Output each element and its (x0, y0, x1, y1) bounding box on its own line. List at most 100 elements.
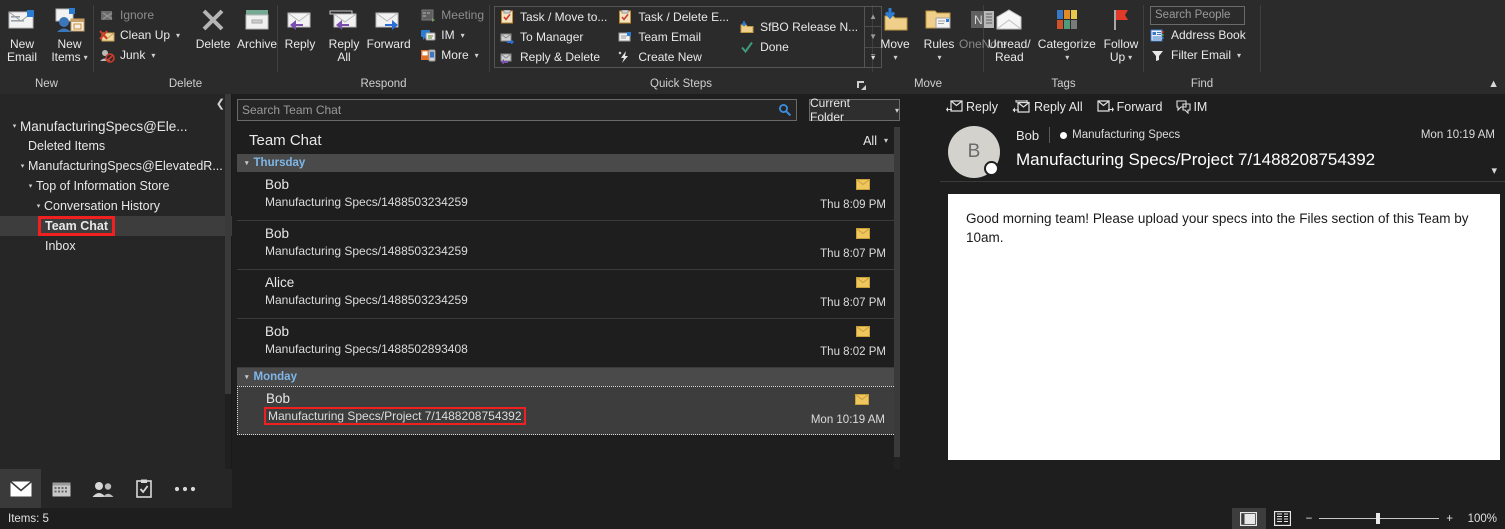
folder-item-manufacturingspecs-ele[interactable]: ▾ ManufacturingSpecs@Ele... (0, 116, 232, 136)
filter-email-button[interactable]: Filter Email ▾ (1150, 45, 1251, 65)
chevron-down-icon: ▾ (1128, 53, 1133, 62)
archive-button[interactable]: Archive (235, 3, 279, 51)
move-button[interactable]: Move ▾ (873, 3, 917, 64)
junk-button[interactable]: Junk ▾ (94, 45, 185, 65)
avatar[interactable]: B (948, 126, 1000, 178)
expander-triangle-icon[interactable]: ▾ (25, 182, 36, 190)
reading-view-button[interactable] (1266, 508, 1300, 529)
quick-step-reply-delete[interactable]: Reply & Delete (495, 47, 613, 67)
search-scope-dropdown[interactable]: Current Folder ▾ (809, 96, 900, 124)
reply-button[interactable]: Reply (278, 3, 322, 51)
expand-header-chevron-down-icon[interactable]: ▾ (1491, 164, 1497, 177)
quick-step-task-delete[interactable]: Task / Delete E... (613, 7, 735, 27)
zoom-slider-thumb[interactable] (1376, 513, 1381, 524)
reading-forward-button[interactable]: Forward (1097, 100, 1162, 114)
delete-icon (199, 5, 227, 35)
ignore-button[interactable]: Ignore (94, 5, 185, 25)
date-group-header-thursday[interactable]: ▾ Thursday (237, 154, 900, 172)
zoom-in-button[interactable]: + (1446, 513, 1453, 525)
table-row[interactable]: Bob Manufacturing Specs/1488503234259 Th… (237, 221, 900, 270)
delete-label: Delete (195, 37, 231, 51)
clean-up-button[interactable]: Clean Up ▾ (94, 25, 185, 45)
quick-step-create-new[interactable]: Create New (613, 47, 735, 67)
ribbon-group-label-find: Find (1190, 78, 1214, 90)
date-group-label: Monday (253, 371, 297, 383)
folder-item-conversation-history[interactable]: ▾ Conversation History (0, 196, 232, 216)
reading-reply-button[interactable]: Reply (946, 100, 998, 114)
zoom-percentage[interactable]: 100% (1463, 513, 1505, 525)
new-items-button[interactable]: New Items ▾ (46, 3, 93, 64)
expander-triangle-icon[interactable]: ▾ (9, 122, 20, 130)
nav-people-button[interactable] (82, 469, 123, 508)
team-dot-icon (1060, 131, 1068, 139)
quick-step-sfbo-release[interactable]: SfBO Release N... (735, 17, 864, 37)
zoom-slider[interactable] (1319, 513, 1440, 524)
expander-triangle-icon[interactable]: ▾ (17, 162, 28, 170)
quick-step-done[interactable]: Done (735, 37, 864, 57)
table-row[interactable]: Alice Manufacturing Specs/1488503234259 … (237, 270, 900, 319)
mail-icon (9, 480, 32, 497)
reading-pane-team: Manufacturing Specs (1060, 129, 1180, 141)
zoom-out-button[interactable]: − (1306, 513, 1313, 525)
quick-steps-gallery[interactable]: Task / Move to... To Manager Reply & Del… (494, 6, 883, 68)
new-email-button[interactable]: New Email (0, 3, 44, 64)
date-group-label: Thursday (253, 157, 306, 169)
message-time: Mon 10:19 AM (810, 414, 885, 426)
search-icon[interactable] (778, 103, 792, 117)
ribbon-divider (1260, 5, 1261, 72)
follow-up-button[interactable]: Follow Up ▾ (1099, 3, 1143, 64)
normal-view-button[interactable] (1231, 508, 1266, 529)
folder-item-team-chat[interactable]: Team Chat (0, 216, 232, 236)
im-button[interactable]: IM ▾ (415, 25, 489, 45)
message-time: Thu 8:07 PM (820, 297, 886, 309)
zoom-control[interactable]: − + (1300, 513, 1463, 525)
folder-item-manufacturingspecs-elevatedr[interactable]: ▾ ManufacturingSpecs@ElevatedR... (0, 156, 232, 176)
reply-all-button[interactable]: Reply All (322, 3, 366, 64)
unread-read-button[interactable]: Unread/ Read (984, 3, 1035, 64)
quick-step-label: Task / Move to... (520, 10, 608, 24)
quick-steps-dialog-launcher-icon[interactable] (856, 80, 868, 92)
reading-im-button[interactable]: IM (1176, 100, 1207, 114)
more-button[interactable]: More ▾ (415, 45, 489, 65)
status-items-count: Items: 5 (8, 512, 49, 525)
message-list-header: Team Chat All ▾ (237, 127, 900, 154)
table-row[interactable]: Bob Manufacturing Specs/Project 7/148820… (237, 386, 900, 435)
collapse-folder-pane-icon[interactable]: ❮ (216, 97, 225, 110)
date-group-header-monday[interactable]: ▾ Monday (237, 368, 900, 386)
message-list-scrollbar[interactable] (894, 127, 900, 469)
collapse-ribbon-icon[interactable]: ▲ (1488, 78, 1499, 90)
nav-more-button[interactable] (164, 469, 205, 508)
delete-button[interactable]: Delete (191, 3, 235, 51)
reading-reply-all-button[interactable]: Reply All (1012, 100, 1083, 114)
table-row[interactable]: Bob Manufacturing Specs/1488502893408 Th… (237, 319, 900, 368)
search-input[interactable]: Search Team Chat (237, 99, 797, 121)
folder-item-inbox[interactable]: Inbox (0, 236, 232, 256)
address-book-button[interactable]: Address Book (1150, 25, 1251, 45)
folder-label: Top of Information Store (36, 179, 170, 193)
chevron-down-icon: ▾ (83, 53, 88, 62)
chevron-down-icon: ▾ (883, 136, 888, 145)
quick-step-team-email[interactable]: Team Email (613, 27, 735, 47)
folder-pane-scroll-thumb[interactable] (225, 94, 231, 394)
meeting-button[interactable]: Meeting (415, 5, 489, 25)
forward-button[interactable]: Forward (366, 3, 411, 51)
folder-item-top-of-information-store[interactable]: ▾ Top of Information Store (0, 176, 232, 196)
expander-triangle-icon[interactable]: ▾ (33, 202, 44, 210)
table-row[interactable]: Bob Manufacturing Specs/1488503234259 Th… (237, 172, 900, 221)
search-people-input[interactable]: Search People (1150, 6, 1245, 25)
categorize-button[interactable]: Categorize ▾ (1035, 3, 1099, 64)
folder-pane-scrollbar[interactable] (225, 94, 231, 469)
folder-item-deleted-items[interactable]: Deleted Items (0, 136, 232, 156)
rules-button[interactable]: Rules ▾ (917, 3, 961, 64)
new-email-icon (7, 5, 37, 35)
quick-step-to-manager[interactable]: To Manager (495, 27, 613, 47)
nav-tasks-button[interactable] (123, 469, 164, 508)
collapse-triangle-icon[interactable]: ▾ (245, 373, 249, 381)
message-list-scroll-thumb[interactable] (894, 127, 900, 457)
nav-calendar-button[interactable] (41, 469, 82, 508)
im-label: IM (441, 28, 455, 42)
collapse-triangle-icon[interactable]: ▾ (245, 159, 249, 167)
ribbon-group-label-delete: Delete (168, 78, 203, 90)
nav-mail-button[interactable] (0, 469, 41, 508)
quick-step-task-move[interactable]: Task / Move to... (495, 7, 613, 27)
